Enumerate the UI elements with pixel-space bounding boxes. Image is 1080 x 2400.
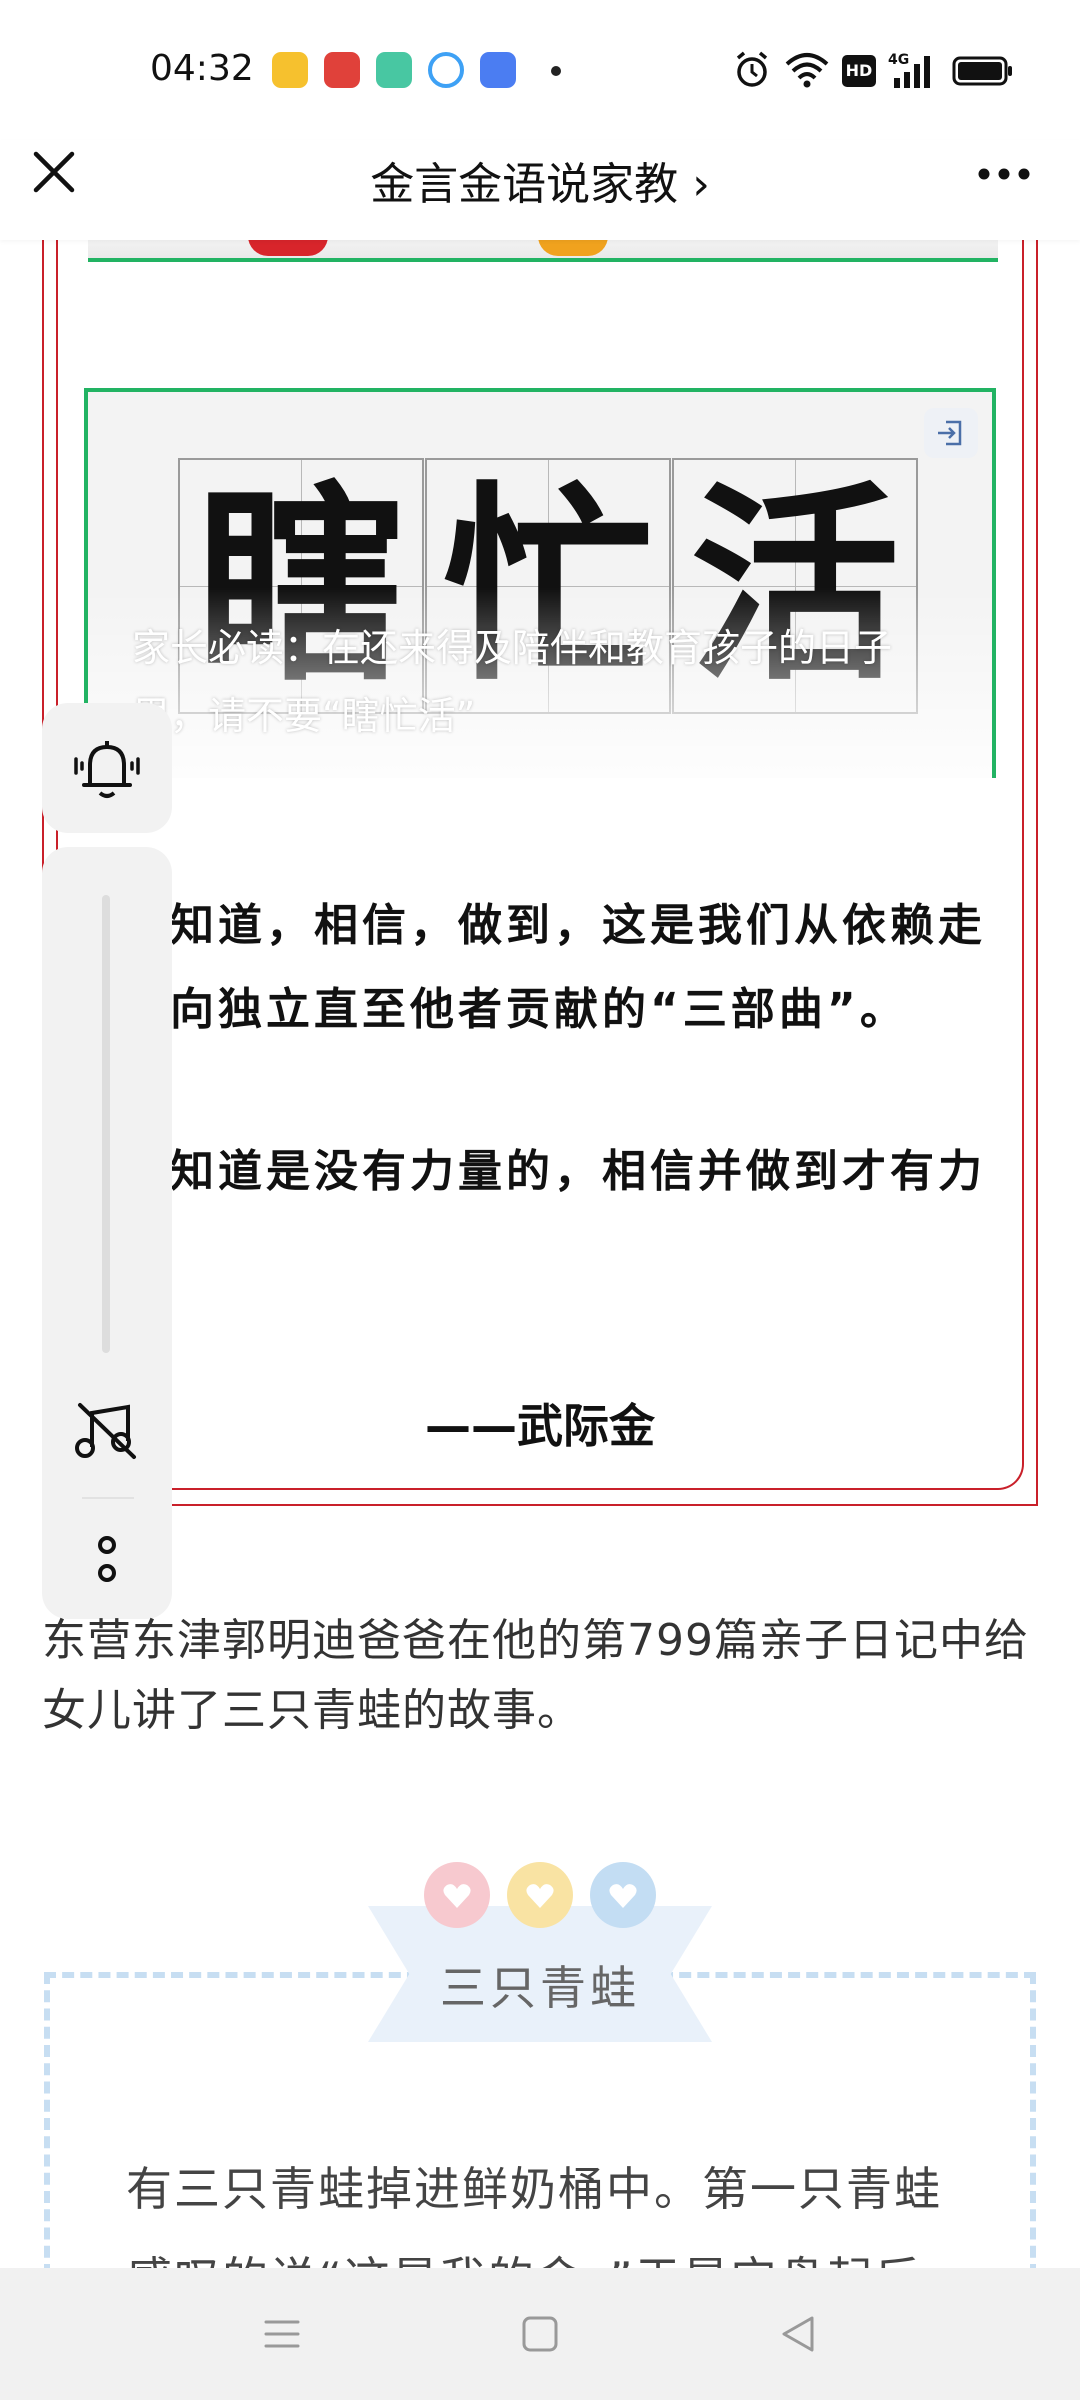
svg-text:4G: 4G [888, 52, 909, 68]
notification-app-icon [324, 52, 360, 88]
home-icon[interactable] [510, 2304, 570, 2364]
notification-app-icon [376, 52, 412, 88]
alarm-icon [736, 51, 768, 87]
notification-app-icon [428, 52, 464, 88]
bell-ringing-icon [74, 741, 140, 798]
heart-icon [424, 1862, 490, 1928]
panel-divider [82, 1497, 134, 1499]
subscribe-bell-button[interactable] [42, 703, 172, 833]
body-paragraph: 东营东津郭明迪爸爸在他的第799篇亲子日记中给女儿讲了三只青蛙的故事。 [42, 1615, 1029, 1736]
status-bar: 04:32 HD 4G [0, 0, 1080, 140]
status-time: 04:32 [150, 48, 254, 89]
article-link-image[interactable]: 瞎 忙 活 家长必读：在还来得及陪伴和教育孩子的日子里，请不要“瞎忙活” [84, 388, 996, 778]
more-notifications-dot [551, 66, 561, 76]
floating-audio-panel [42, 847, 172, 1619]
chevron-right-icon: › [692, 159, 710, 210]
heart-icon [507, 1862, 573, 1928]
battery-icon [952, 56, 1012, 86]
heart-icon [590, 1862, 656, 1928]
quote-line: 知道，相信，做到，这是我们从依赖走 [170, 900, 986, 951]
notification-app-icon [272, 52, 308, 88]
4g-signal-icon: 4G [888, 52, 930, 88]
wifi-icon [785, 53, 829, 88]
back-icon[interactable] [768, 2304, 828, 2364]
more-options-icon[interactable] [976, 160, 1032, 188]
system-navigation-bar [0, 2268, 1080, 2400]
hd-icon: HD [842, 55, 876, 87]
quote-line: 向独立直至他者贡献的“三部曲”。 [170, 984, 908, 1035]
account-title-link[interactable]: 金言金语说家教 › [0, 148, 1080, 212]
open-link-icon [938, 420, 962, 446]
hearts-decoration [420, 1862, 660, 1932]
open-link-button[interactable] [924, 408, 978, 458]
vertical-more-icon[interactable] [42, 1527, 172, 1597]
music-off-icon[interactable] [42, 1391, 172, 1471]
volume-slider[interactable] [102, 895, 110, 1353]
quote-line: 知道是没有力量的，相信并做到才有力 [170, 1146, 986, 1197]
section-title: 三只青蛙 [440, 1961, 640, 2015]
menu-icon[interactable] [252, 2304, 312, 2364]
image-caption: 家长必读：在还来得及陪伴和教育孩子的日子里，请不要“瞎忙活” [132, 626, 893, 738]
account-title: 金言金语说家教 [370, 159, 679, 210]
notification-app-icon [480, 52, 516, 88]
